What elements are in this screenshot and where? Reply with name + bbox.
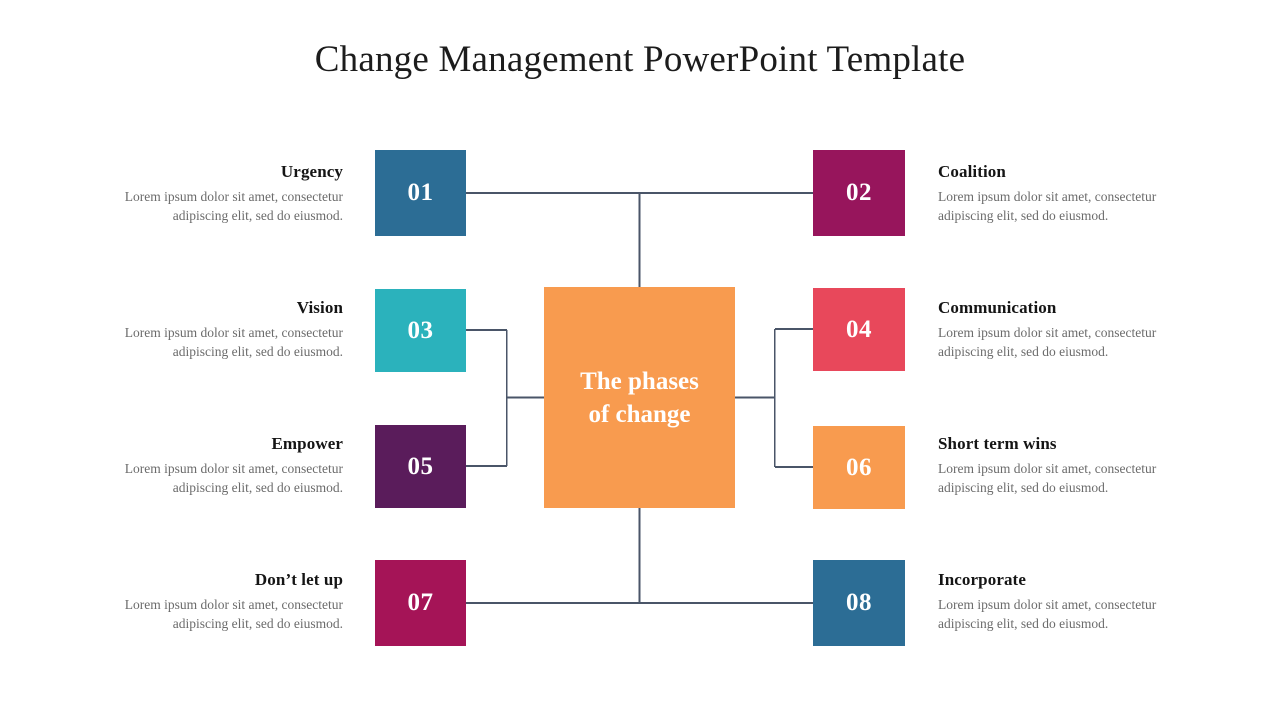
phase-heading-04: Communication — [938, 298, 1057, 317]
phase-description-06: Lorem ipsum dolor sit amet, consectetur … — [938, 461, 1157, 495]
phase-description-08: Lorem ipsum dolor sit amet, consectetur … — [938, 597, 1157, 631]
phase-heading-05: Empower — [271, 434, 343, 453]
phase-box-08[interactable]: 08 — [813, 560, 905, 646]
phase-heading-06: Short term wins — [938, 434, 1057, 453]
phase-number-01: 01 — [407, 179, 434, 206]
phase-label-08: Incorporate Lorem ipsum dolor sit amet, … — [938, 570, 1196, 633]
phase-label-06: Short term wins Lorem ipsum dolor sit am… — [938, 434, 1196, 497]
center-box-line2: of change — [588, 400, 691, 428]
phase-heading-01: Urgency — [280, 162, 343, 181]
phase-heading-03: Vision — [296, 298, 343, 317]
phase-label-01: Urgency Lorem ipsum dolor sit amet, cons… — [85, 162, 343, 225]
phase-heading-02: Coalition — [938, 162, 1006, 181]
center-phases-box[interactable]: The phases of change — [544, 287, 735, 508]
phase-box-05[interactable]: 05 — [375, 425, 466, 508]
phase-number-07: 07 — [407, 589, 434, 616]
phase-box-02[interactable]: 02 — [813, 150, 905, 236]
phase-label-04: Communication Lorem ipsum dolor sit amet… — [938, 298, 1196, 361]
phase-heading-07: Don’t let up — [254, 570, 343, 589]
center-box-line1: The phases — [580, 367, 699, 395]
center-box-label: The phases of change — [580, 365, 699, 431]
phase-description-05: Lorem ipsum dolor sit amet, consectetur … — [124, 461, 343, 495]
phase-number-03: 03 — [407, 316, 434, 344]
phase-number-08: 08 — [846, 589, 872, 616]
phase-heading-08: Incorporate — [938, 570, 1026, 589]
phase-box-04[interactable]: 04 — [813, 288, 905, 371]
phase-label-03: Vision Lorem ipsum dolor sit amet, conse… — [85, 298, 343, 361]
phase-number-02: 02 — [846, 179, 872, 206]
phase-number-06: 06 — [846, 453, 872, 481]
phase-description-02: Lorem ipsum dolor sit amet, consectetur … — [938, 189, 1157, 223]
phase-box-01[interactable]: 01 — [375, 150, 466, 236]
phases-of-change-diagram: 01 02 03 04 05 06 07 08 The phases of ch… — [0, 0, 1280, 720]
phase-box-03[interactable]: 03 — [375, 289, 466, 372]
phase-label-02: Coalition Lorem ipsum dolor sit amet, co… — [938, 162, 1196, 225]
phase-description-01: Lorem ipsum dolor sit amet, consectetur … — [124, 189, 343, 223]
phase-box-06[interactable]: 06 — [813, 426, 905, 509]
phase-description-03: Lorem ipsum dolor sit amet, consectetur … — [124, 325, 343, 359]
phase-number-04: 04 — [846, 315, 872, 343]
phase-label-07: Don’t let up Lorem ipsum dolor sit amet,… — [85, 570, 343, 633]
phase-description-04: Lorem ipsum dolor sit amet, consectetur … — [938, 325, 1157, 359]
phase-box-07[interactable]: 07 — [375, 560, 466, 646]
phase-number-05: 05 — [407, 452, 434, 480]
phase-description-07: Lorem ipsum dolor sit amet, consectetur … — [124, 597, 343, 631]
phase-label-05: Empower Lorem ipsum dolor sit amet, cons… — [85, 434, 343, 497]
